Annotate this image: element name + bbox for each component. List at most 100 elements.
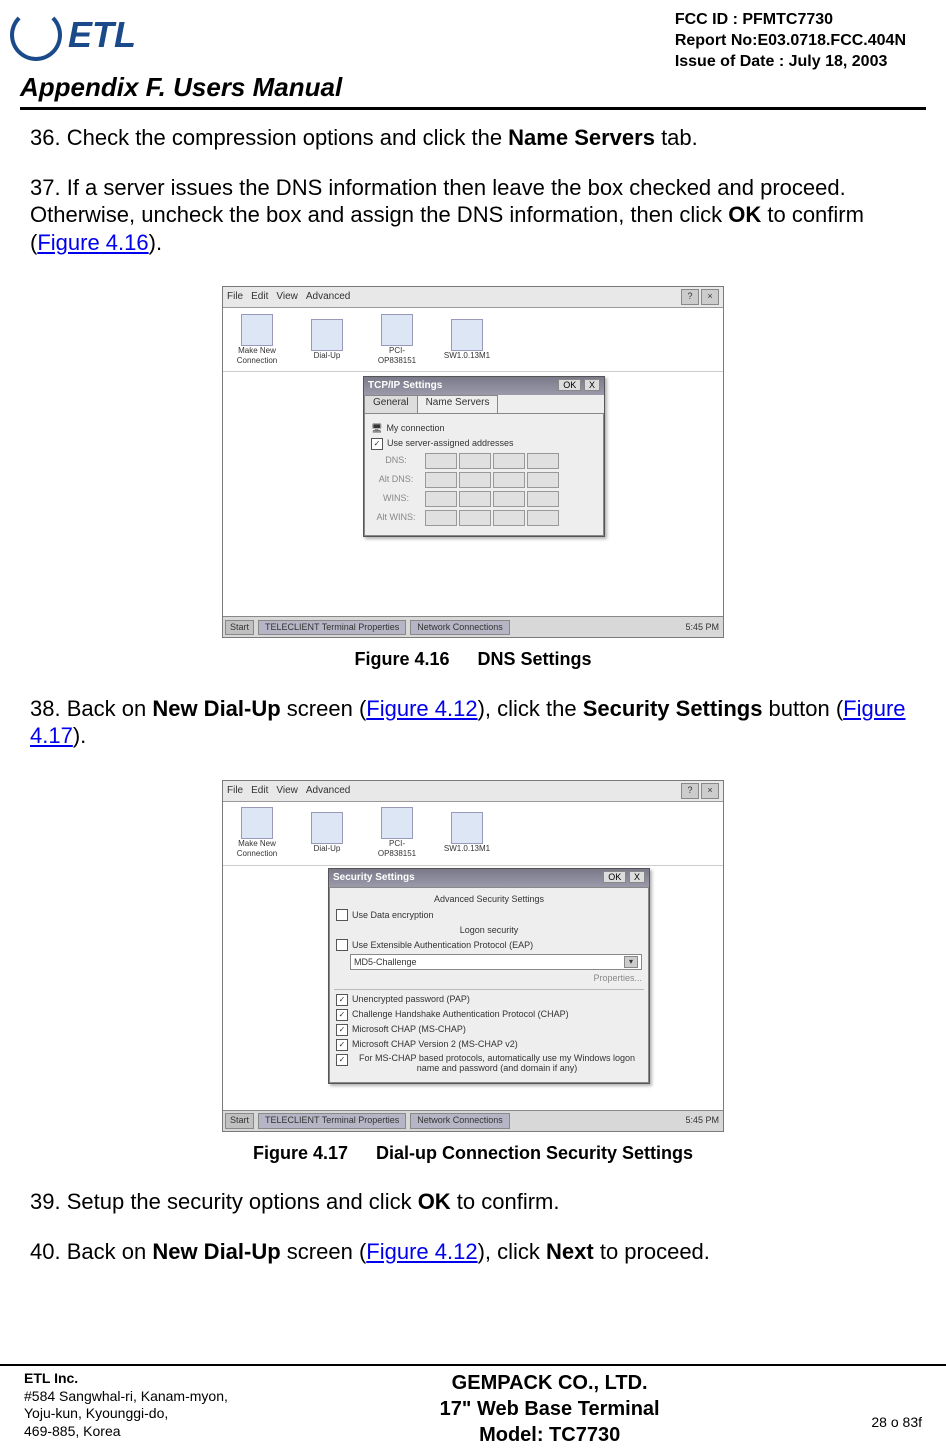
- center-line: 17" Web Base Terminal: [228, 1396, 872, 1422]
- figure-4-17-caption: Figure 4.17 Dial-up Connection Security S…: [30, 1142, 916, 1165]
- menubar: File Edit View Advanced ? ×: [223, 287, 723, 308]
- toolbar-pci[interactable]: PCI-OP838151: [371, 807, 423, 859]
- combo-value: MD5-Challenge: [354, 957, 417, 968]
- chap-checkbox[interactable]: ✓: [336, 1009, 348, 1021]
- ip-cell[interactable]: [493, 453, 525, 469]
- close-button[interactable]: X: [584, 379, 600, 391]
- ip-cell[interactable]: [459, 510, 491, 526]
- l1: PCI-: [389, 346, 405, 355]
- taskbar: Start TELECLIENT Terminal Properties Net…: [223, 616, 723, 637]
- toolbar-make-new[interactable]: Make New Connection: [231, 807, 283, 859]
- ip-cell[interactable]: [527, 453, 559, 469]
- tab-name-servers[interactable]: Name Servers: [417, 395, 499, 413]
- clock: 5:45 PM: [685, 1115, 719, 1126]
- text: to confirm.: [451, 1189, 560, 1214]
- ip-cell[interactable]: [527, 510, 559, 526]
- toolbar-sw[interactable]: SW1.0.13M1: [441, 812, 493, 854]
- clock: 5:45 PM: [685, 622, 719, 633]
- toolbar-sw[interactable]: SW1.0.13M1: [441, 319, 493, 361]
- desktop-area: Security Settings OK X Advanced Security…: [223, 866, 723, 1114]
- menu-file[interactable]: File: [227, 291, 243, 304]
- start-button[interactable]: Start: [225, 620, 254, 635]
- ip-cell[interactable]: [425, 453, 457, 469]
- toolbar-make-new[interactable]: Make New Connection: [231, 314, 283, 366]
- window-controls: ? ×: [681, 783, 719, 799]
- menu-view[interactable]: View: [276, 785, 298, 798]
- menu-edit[interactable]: Edit: [251, 291, 268, 304]
- footer-center: GEMPACK CO., LTD. 17" Web Base Terminal …: [228, 1370, 872, 1448]
- text: Back on: [67, 1239, 153, 1264]
- ip-cell[interactable]: [493, 491, 525, 507]
- start-button[interactable]: Start: [225, 1113, 254, 1128]
- autologon-checkbox[interactable]: ✓: [336, 1054, 348, 1066]
- bold: New Dial-Up: [152, 696, 280, 721]
- taskbar-item[interactable]: TELECLIENT Terminal Properties: [258, 1113, 406, 1128]
- taskbar-item[interactable]: Network Connections: [410, 1113, 510, 1128]
- use-server-checkbox[interactable]: ✓: [371, 438, 383, 450]
- mschap-label: Microsoft CHAP (MS-CHAP): [352, 1024, 466, 1035]
- step-num: 37.: [30, 175, 61, 200]
- mschap-checkbox[interactable]: ✓: [336, 1024, 348, 1036]
- figure-link[interactable]: Figure 4.16: [37, 230, 148, 255]
- menu-view[interactable]: View: [276, 291, 298, 304]
- properties-button[interactable]: Properties...: [593, 973, 642, 984]
- pap-checkbox[interactable]: ✓: [336, 994, 348, 1006]
- ip-cell[interactable]: [493, 510, 525, 526]
- close-button[interactable]: X: [629, 871, 645, 883]
- ip-cell[interactable]: [425, 491, 457, 507]
- bold: Next: [546, 1239, 594, 1264]
- ip-cell[interactable]: [527, 491, 559, 507]
- toolbar-dialup[interactable]: Dial-Up: [301, 319, 353, 361]
- bold: OK: [418, 1189, 451, 1214]
- data-encryption-checkbox[interactable]: [336, 909, 348, 921]
- ip-cell[interactable]: [459, 472, 491, 488]
- text: ), click: [478, 1239, 546, 1264]
- ip-cell[interactable]: [459, 453, 491, 469]
- ip-cell[interactable]: [459, 491, 491, 507]
- help-icon[interactable]: ?: [681, 289, 699, 305]
- l2: OP838151: [378, 356, 416, 365]
- adapter-icon: [451, 319, 483, 351]
- taskbar-item[interactable]: TELECLIENT Terminal Properties: [258, 620, 406, 635]
- taskbar-item[interactable]: Network Connections: [410, 620, 510, 635]
- fig-title: DNS Settings: [478, 649, 592, 669]
- label: SW1.0.13M1: [444, 351, 490, 361]
- toolbar-dialup[interactable]: Dial-Up: [301, 812, 353, 854]
- pap-label: Unencrypted password (PAP): [352, 994, 470, 1005]
- close-icon[interactable]: ×: [701, 783, 719, 799]
- ok-button[interactable]: OK: [603, 871, 626, 883]
- menu-edit[interactable]: Edit: [251, 785, 268, 798]
- mschap2-checkbox[interactable]: ✓: [336, 1039, 348, 1051]
- text: ).: [149, 230, 162, 255]
- ip-cell[interactable]: [493, 472, 525, 488]
- tab-general[interactable]: General: [364, 395, 418, 413]
- connection-label: My connection: [386, 423, 444, 434]
- help-icon[interactable]: ?: [681, 783, 699, 799]
- toolbar-pci[interactable]: PCI-OP838151: [371, 314, 423, 366]
- figure-link[interactable]: Figure 4.12: [366, 696, 477, 721]
- data-encryption-label: Use Data encryption: [352, 910, 434, 921]
- menu-advanced[interactable]: Advanced: [306, 291, 350, 304]
- menu-advanced[interactable]: Advanced: [306, 785, 350, 798]
- close-icon[interactable]: ×: [701, 289, 719, 305]
- label: Dial-Up: [314, 844, 341, 854]
- ip-cell[interactable]: [425, 510, 457, 526]
- etl-logo: ETL: [10, 10, 170, 60]
- figure-link[interactable]: Figure 4.12: [366, 1239, 477, 1264]
- fig-title: Dial-up Connection Security Settings: [376, 1143, 693, 1163]
- issue-date: Issue of Date : July 18, 2003: [675, 52, 906, 73]
- eap-combo[interactable]: MD5-Challenge▾: [350, 954, 642, 970]
- menu-file[interactable]: File: [227, 785, 243, 798]
- ip-cell[interactable]: [425, 472, 457, 488]
- text: to proceed.: [594, 1239, 710, 1264]
- eap-checkbox[interactable]: [336, 939, 348, 951]
- report-no: Report No:E03.0718.FCC.404N: [675, 31, 906, 52]
- fig-num: Figure 4.17: [253, 1143, 348, 1163]
- ip-cell[interactable]: [527, 472, 559, 488]
- ok-button[interactable]: OK: [558, 379, 581, 391]
- adapter-icon: [381, 314, 413, 346]
- subtitle: Advanced Security Settings: [336, 894, 642, 905]
- step-num: 36.: [30, 125, 61, 150]
- dns-label: DNS:: [371, 455, 421, 466]
- l1: PCI-: [389, 839, 405, 848]
